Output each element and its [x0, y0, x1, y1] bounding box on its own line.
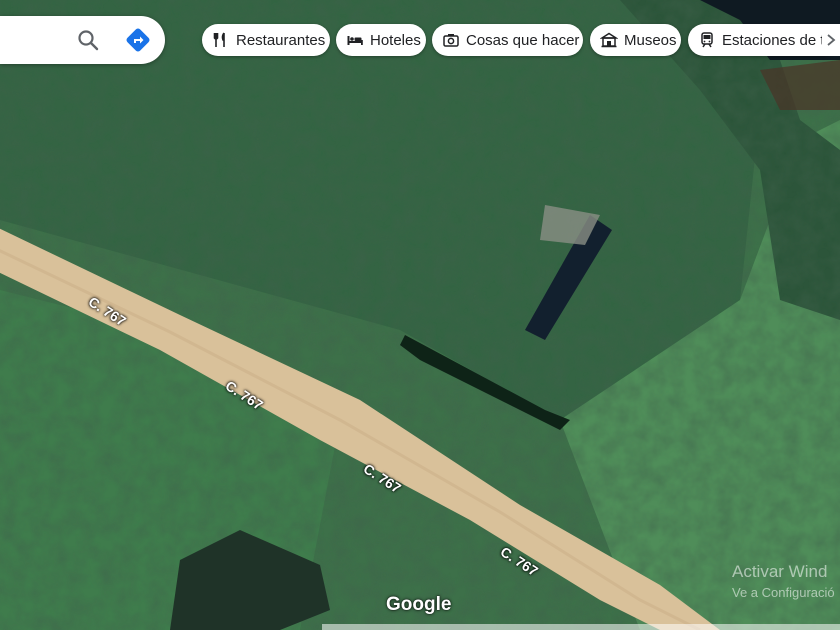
windows-activation-watermark: Activar Wind Ve a Configuració [732, 562, 835, 600]
chevron-right-icon[interactable] [822, 24, 840, 56]
chip-label: Restaurantes [236, 31, 326, 49]
museum-icon [600, 31, 618, 49]
chip-label: Cosas que hacer [466, 31, 580, 49]
chip-label: Estaciones de tr [722, 31, 830, 49]
train-icon [698, 31, 716, 49]
chip-label: Hoteles [370, 31, 421, 49]
directions-icon[interactable] [122, 24, 154, 56]
chip-hotels[interactable]: Hoteles [336, 24, 426, 56]
watermark-title: Activar Wind [732, 562, 828, 581]
camera-icon [442, 31, 460, 49]
chip-museums[interactable]: Museos [590, 24, 681, 56]
google-logo: Google [386, 594, 452, 615]
watermark-subtitle: Ve a Configuració [732, 585, 835, 600]
chip-transit-stations[interactable]: Estaciones de tr [688, 24, 838, 56]
chip-label: Museos [624, 31, 677, 49]
search-box[interactable] [0, 16, 165, 64]
chip-things-to-do[interactable]: Cosas que hacer [432, 24, 583, 56]
fork-knife-icon [212, 31, 230, 49]
search-icon[interactable] [72, 24, 104, 56]
chip-restaurants[interactable]: Restaurantes [202, 24, 330, 56]
attribution-bar [322, 624, 840, 630]
bed-icon [346, 31, 364, 49]
